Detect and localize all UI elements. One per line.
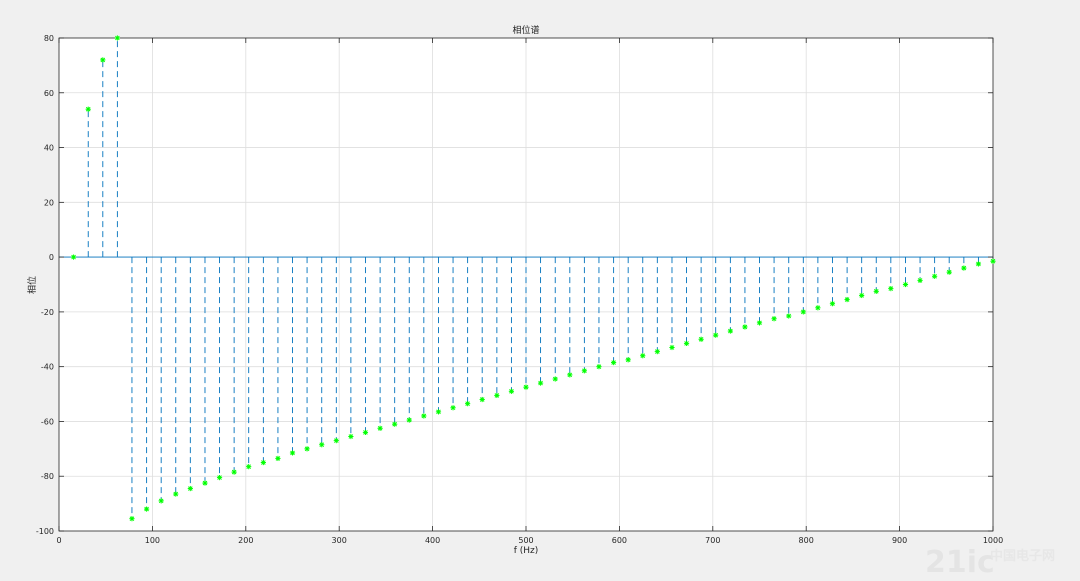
data-point-marker [187, 485, 193, 492]
x-tick-label: 200 [238, 536, 253, 545]
y-tick-label: -100 [36, 527, 54, 536]
x-axis-label: f (Hz) [514, 546, 539, 556]
data-point-marker [975, 261, 982, 267]
data-point-marker [859, 292, 865, 299]
data-point-marker [100, 57, 106, 63]
data-point-marker [640, 353, 646, 359]
data-point-marker [742, 324, 748, 330]
data-point-marker [990, 258, 996, 264]
x-tick-label: 800 [799, 536, 814, 545]
watermark-logo-text: 21ic [925, 545, 995, 580]
data-point-marker [537, 380, 544, 386]
data-point-marker [435, 409, 442, 415]
data-point-marker [231, 469, 237, 475]
data-point-marker [319, 442, 325, 448]
data-point-marker [333, 438, 339, 444]
data-point-marker [800, 309, 806, 315]
data-point-marker [362, 429, 369, 435]
data-point-marker [377, 425, 383, 431]
y-tick-label: -20 [41, 308, 54, 317]
data-point-marker [275, 455, 281, 462]
data-point-marker [669, 344, 675, 351]
data-point-marker [625, 357, 631, 363]
y-tick-label: -40 [41, 363, 54, 372]
data-point-marker [786, 313, 792, 319]
data-point-marker [129, 516, 135, 522]
figure-canvas: 0 100 200 300 400 500 600 700 800 900 100080604020… [0, 0, 1080, 581]
data-point-marker [216, 474, 223, 481]
data-point-marker [917, 277, 923, 283]
x-tick-label: 600 [612, 536, 627, 545]
x-tick-label: 300 [332, 536, 347, 545]
data-point-marker [465, 401, 471, 407]
data-point-marker [581, 368, 587, 374]
data-point-marker [523, 384, 529, 390]
data-point-marker [873, 288, 879, 294]
data-point-marker [902, 281, 909, 288]
x-tick-label: 100 [145, 536, 160, 545]
data-point-marker [348, 433, 354, 440]
y-tick-label: -60 [41, 417, 54, 426]
x-tick-label: 500 [518, 536, 533, 545]
data-point-marker [173, 491, 179, 497]
data-point-marker [144, 506, 150, 512]
data-point-marker [289, 450, 296, 456]
y-tick-label: 20 [44, 198, 54, 207]
x-tick-label: 900 [892, 536, 907, 545]
data-point-marker [946, 269, 952, 275]
data-point-marker [508, 388, 515, 394]
y-tick-label: 60 [44, 89, 54, 98]
data-point-marker [70, 254, 77, 260]
data-point-marker [158, 498, 164, 504]
data-point-marker [756, 320, 763, 326]
data-point-marker [961, 265, 967, 271]
data-point-marker [567, 372, 573, 378]
data-point-marker [479, 396, 485, 403]
y-tick-label: -80 [41, 472, 54, 481]
data-point-marker [683, 340, 690, 346]
x-tick-label: 700 [705, 536, 720, 545]
y-axis-label: 相位 [26, 276, 38, 294]
data-point-marker [611, 359, 617, 366]
data-point-marker [596, 364, 602, 370]
chart-title: 相位谱 [512, 24, 539, 36]
data-point-marker [450, 405, 456, 411]
watermark-subtext: 中国电子网 [990, 548, 1055, 564]
data-point-marker [304, 446, 310, 452]
data-point-marker [771, 316, 777, 322]
data-point-marker [815, 305, 821, 311]
data-point-marker [406, 417, 412, 423]
x-tick-label: 400 [425, 536, 440, 545]
data-point-marker [246, 464, 252, 470]
data-point-marker [829, 301, 836, 307]
x-tick-label: 0 [56, 536, 61, 545]
data-point-marker [85, 106, 91, 112]
data-point-marker [713, 332, 719, 338]
data-point-marker [727, 328, 733, 334]
data-point-marker [202, 480, 208, 486]
y-tick-label: 80 [44, 34, 54, 43]
data-point-marker [421, 413, 427, 419]
y-tick-label: 40 [44, 144, 54, 153]
data-point-marker [888, 286, 894, 292]
data-point-marker [494, 392, 500, 399]
data-point-marker [260, 459, 266, 466]
data-point-marker [932, 273, 938, 279]
data-point-marker [844, 296, 850, 303]
data-point-marker [114, 35, 120, 41]
data-point-marker [698, 336, 704, 342]
data-point-marker [392, 421, 398, 427]
x-tick-label: 1000 [983, 536, 1003, 545]
data-point-marker [552, 376, 558, 382]
data-point-marker [654, 349, 660, 355]
y-tick-label: 0 [49, 253, 54, 262]
